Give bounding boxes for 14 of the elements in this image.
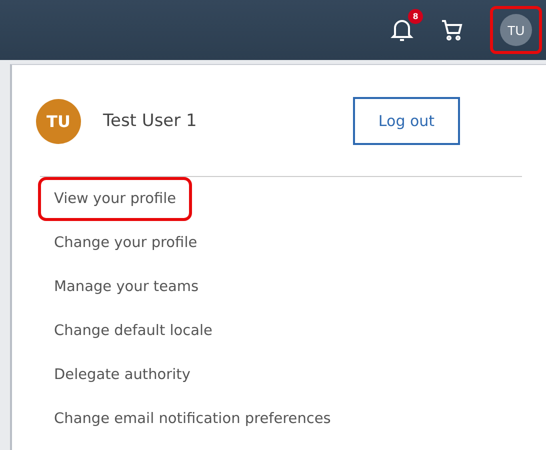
menu-item[interactable]: Change default locale: [38, 309, 228, 353]
bell-icon: [390, 17, 414, 43]
menu-item[interactable]: Manage your teams: [38, 265, 215, 309]
menu-item[interactable]: Change email notification preferences: [38, 397, 347, 441]
cart-icon[interactable]: [440, 18, 464, 42]
logout-button[interactable]: Log out: [353, 97, 460, 145]
user-avatar-button[interactable]: TU: [490, 6, 542, 54]
notification-button[interactable]: 8: [390, 9, 423, 43]
user-avatar: TU: [36, 98, 81, 144]
menu-item[interactable]: Change your profile: [38, 221, 214, 265]
user-name: Test User 1: [103, 111, 198, 131]
menu-item[interactable]: Delegate authority: [38, 353, 206, 397]
notification-count: 8: [408, 9, 423, 24]
menu-item[interactable]: View your profile: [38, 177, 192, 221]
